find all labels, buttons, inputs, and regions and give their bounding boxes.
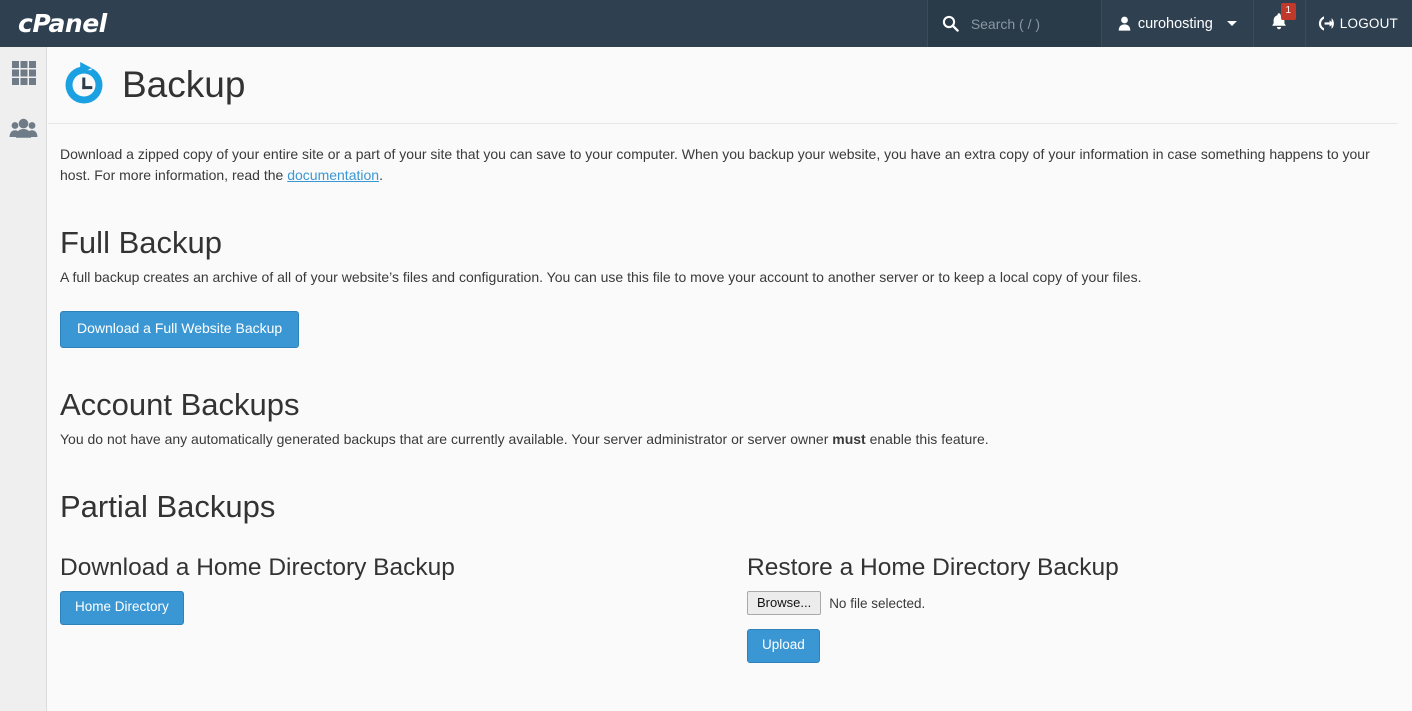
sign-out-icon xyxy=(1318,15,1335,32)
home-directory-upload-button[interactable]: Upload xyxy=(747,629,820,664)
search-icon xyxy=(942,15,959,32)
account-backups-text-bold: must xyxy=(832,430,866,447)
documentation-link[interactable]: documentation xyxy=(287,167,379,183)
mysql-database-row: Download a MySQL Database Backup Restore… xyxy=(60,707,1398,711)
browse-button[interactable]: Browse... xyxy=(747,591,822,616)
main-content: Backup Download a zipped copy of your en… xyxy=(48,47,1412,711)
intro-text-part1: Download a zipped copy of your entire si… xyxy=(60,146,1370,183)
account-backups-text-part1: You do not have any automatically genera… xyxy=(60,430,833,447)
full-backup-description: A full backup creates an archive of all … xyxy=(60,269,1142,286)
header-spacer xyxy=(160,0,927,47)
user-account-menu[interactable]: curohosting xyxy=(1102,0,1254,47)
cpanel-logo[interactable]: cPanel xyxy=(0,0,160,47)
intro-paragraph: Download a zipped copy of your entire si… xyxy=(60,144,1398,186)
home-directory-row: Download a Home Directory Backup Home Di… xyxy=(60,553,1398,664)
user-icon xyxy=(1118,16,1131,31)
download-full-website-backup-button[interactable]: Download a Full Website Backup xyxy=(60,311,300,348)
chevron-down-icon xyxy=(1226,21,1237,26)
user-account-name: curohosting xyxy=(1137,15,1213,32)
notifications-button[interactable]: 1 xyxy=(1254,0,1306,47)
download-mysql-column: Download a MySQL Database Backup xyxy=(60,707,747,711)
file-selected-status: No file selected. xyxy=(829,595,926,611)
sidebar-item-applications[interactable] xyxy=(0,47,47,103)
account-backups-description: You do not have any automatically genera… xyxy=(60,429,1398,450)
page-title: Backup xyxy=(122,63,246,105)
left-sidebar xyxy=(0,47,47,711)
restore-mysql-database-heading: Restore a MySQL Database Backup xyxy=(747,707,1387,711)
logout-label: LOGOUT xyxy=(1339,16,1398,31)
home-directory-download-button[interactable]: Home Directory xyxy=(60,591,184,626)
account-backups-heading: Account Backups xyxy=(60,386,300,422)
sidebar-item-user-manager[interactable] xyxy=(0,103,47,159)
page-body: Download a zipped copy of your entire si… xyxy=(48,144,1412,711)
logout-button[interactable]: LOGOUT xyxy=(1306,0,1412,47)
home-directory-file-picker: Browse... No file selected. xyxy=(747,591,1387,616)
backup-clock-icon xyxy=(60,61,108,109)
top-header-bar: cPanel curohosting 1 xyxy=(0,0,1412,47)
restore-home-directory-column: Restore a Home Directory Backup Browse..… xyxy=(747,553,1387,664)
account-backups-text-part2: enable this feature. xyxy=(865,430,989,447)
download-home-directory-heading: Download a Home Directory Backup xyxy=(60,553,455,581)
partial-backups-heading: Partial Backups xyxy=(60,488,276,524)
cpanel-logo-text: cPanel xyxy=(18,9,107,38)
users-icon xyxy=(9,118,38,145)
notification-count-badge: 1 xyxy=(1280,3,1296,20)
download-home-directory-column: Download a Home Directory Backup Home Di… xyxy=(60,553,747,663)
restore-home-directory-heading: Restore a Home Directory Backup xyxy=(747,553,1119,581)
full-backup-heading: Full Backup xyxy=(60,225,222,260)
download-mysql-database-heading: Download a MySQL Database Backup xyxy=(60,707,747,711)
full-backup-actions: Download a Full Website Backup xyxy=(60,311,1398,348)
intro-text-part2: . xyxy=(379,167,383,183)
restore-mysql-column: Restore a MySQL Database Backup xyxy=(747,707,1387,711)
search-input[interactable] xyxy=(970,15,1091,32)
grid-icon xyxy=(10,59,38,92)
search-container[interactable] xyxy=(926,0,1102,47)
page-header: Backup xyxy=(48,47,1398,124)
